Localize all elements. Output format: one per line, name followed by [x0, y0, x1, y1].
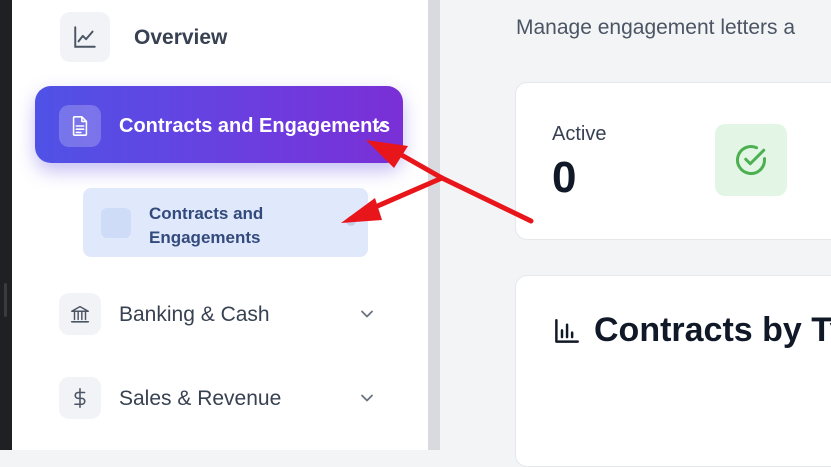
stat-value: 0 [552, 153, 577, 202]
stat-label: Active [552, 123, 607, 145]
sidebar-subitem-contracts-label: Contracts and Engagements [149, 202, 263, 250]
check-circle-icon [736, 145, 766, 175]
stat-icon-box [715, 124, 787, 196]
chart-card [515, 275, 831, 467]
bar-chart-icon [555, 319, 579, 343]
subitem-label-line1: Contracts and [149, 204, 264, 223]
sidebar-item-sales[interactable]: Sales & Revenue [119, 387, 281, 411]
dollar-icon [74, 388, 86, 408]
subitem-label-line2: Engagements [149, 228, 261, 247]
sidebar-item-contracts-label: Contracts and Engagements [119, 115, 391, 137]
resize-handle[interactable] [4, 283, 7, 317]
sales-nav-icon-box [59, 377, 101, 419]
chevron-up-icon[interactable] [375, 118, 391, 134]
chevron-down-icon[interactable] [359, 306, 375, 322]
pane-divider[interactable] [428, 0, 440, 450]
line-chart-icon [74, 26, 96, 48]
sidebar-item-overview[interactable]: Overview [134, 26, 227, 50]
subitem-icon-placeholder [101, 208, 131, 238]
banking-nav-icon-box [59, 293, 101, 335]
overview-nav-icon-box [60, 12, 110, 62]
sidebar-item-banking[interactable]: Banking & Cash [119, 303, 270, 327]
chart-card-title: Contracts by Ty [594, 311, 831, 349]
subitem-indicator-dot [346, 216, 356, 226]
contracts-nav-icon-box [59, 105, 101, 147]
document-icon [72, 116, 88, 136]
chevron-down-icon[interactable] [359, 390, 375, 406]
bank-icon [70, 305, 90, 323]
page-subtitle: Manage engagement letters a [516, 16, 796, 39]
window-edge [0, 0, 12, 450]
